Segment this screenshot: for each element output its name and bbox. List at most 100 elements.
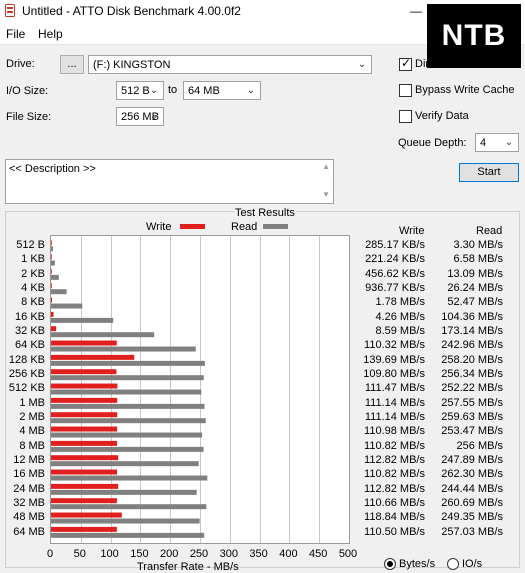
bytes-per-sec-radio[interactable] <box>384 558 396 570</box>
write-value: 112.82 MB/s <box>364 482 425 495</box>
drive-select[interactable]: (F:) KINGSTON ⌄ <box>88 55 372 74</box>
verify-data-checkbox[interactable] <box>399 110 412 123</box>
write-value: 110.82 MB/s <box>364 439 425 452</box>
bypass-write-cache-checkbox[interactable] <box>399 84 412 97</box>
read-value: 260.69 MB/s <box>441 497 503 509</box>
read-bar <box>51 518 200 524</box>
y-tick-label: 32 MB <box>13 497 45 509</box>
y-tick-label: 256 KB <box>8 368 45 380</box>
write-value: 109.80 MB/s <box>363 368 425 380</box>
write-value: 112.82 MB/s <box>364 454 425 466</box>
read-value: 249.35 MB/s <box>441 511 503 524</box>
write-bar <box>51 469 118 475</box>
read-bar <box>51 332 155 338</box>
write-value: 4.26 MB/s <box>375 310 425 323</box>
y-tick-label: 24 MB <box>13 482 45 495</box>
minimize-button[interactable]: — <box>402 0 430 22</box>
write-bar <box>51 240 52 246</box>
chart-svg <box>51 236 320 543</box>
write-value: 221.24 KB/s <box>365 253 425 266</box>
start-button[interactable]: Start <box>459 163 519 182</box>
y-tick-label: 1 KB <box>21 253 45 266</box>
write-bar <box>51 383 118 389</box>
write-bar <box>51 340 117 346</box>
radio-dot-icon <box>387 561 393 567</box>
y-tick-label: 64 MB <box>13 525 45 538</box>
write-value: 936.77 KB/s <box>365 282 425 294</box>
read-value: 257.55 MB/s <box>441 396 503 409</box>
y-tick-label: 8 MB <box>19 439 45 452</box>
read-bar <box>51 475 208 481</box>
app-icon <box>5 4 15 17</box>
x-tick-label: 500 <box>338 548 358 560</box>
read-value: 262.30 MB/s <box>441 468 503 481</box>
scroll-down-icon[interactable]: ▼ <box>322 190 330 199</box>
direct-io-checkbox[interactable]: ✓ <box>399 56 412 71</box>
drive-label: Drive: <box>6 58 35 70</box>
read-bar <box>51 432 203 438</box>
scroll-up-icon[interactable]: ▲ <box>322 162 330 171</box>
chevron-down-icon: ⌄ <box>504 137 514 148</box>
browse-button[interactable]: ... <box>60 55 84 74</box>
y-tick-label: 16 KB <box>15 310 45 323</box>
write-bar <box>51 512 122 518</box>
read-bar <box>51 504 207 510</box>
read-bar <box>51 446 204 452</box>
io-per-sec-radio[interactable] <box>447 558 459 570</box>
y-tick-label: 4 MB <box>19 425 45 438</box>
write-bar <box>51 498 117 504</box>
y-tick-label: 1 MB <box>19 396 45 409</box>
write-bar <box>51 397 118 403</box>
read-bar <box>51 389 202 395</box>
menu-file[interactable]: File <box>6 27 25 41</box>
y-tick-label: 64 KB <box>15 339 45 352</box>
y-tick-label: 2 KB <box>21 267 45 280</box>
file-size-select[interactable]: 256 MB ⌄ <box>116 107 164 126</box>
write-value: 111.14 MB/s <box>364 411 425 423</box>
description-box[interactable]: << Description >> ▲ ▼ <box>5 159 334 204</box>
io-to-select[interactable]: 64 MB ⌄ <box>183 81 261 100</box>
write-bar <box>51 412 118 418</box>
read-bar <box>51 317 114 323</box>
x-tick-label: 150 <box>130 548 149 560</box>
y-tick-label: 48 MB <box>13 511 45 524</box>
read-value: 13.09 MB/s <box>447 267 503 280</box>
y-tick-label: 12 MB <box>13 454 45 466</box>
y-tick-label: 8 KB <box>21 296 45 309</box>
queue-depth-label: Queue Depth: <box>398 137 467 149</box>
write-value: 8.59 MB/s <box>375 325 425 337</box>
write-bar <box>51 354 135 360</box>
bytes-per-sec-label: Bytes/s <box>399 558 436 570</box>
read-bar <box>51 461 199 467</box>
read-bar <box>51 403 205 409</box>
x-tick-label: 50 <box>73 548 86 560</box>
description-text: << Description >> <box>9 163 96 175</box>
read-bar <box>51 375 204 381</box>
write-bar <box>51 440 118 446</box>
write-value: 110.98 MB/s <box>364 425 425 438</box>
io-from-select[interactable]: 512 B ⌄ <box>116 81 164 100</box>
menu-help[interactable]: Help <box>38 27 63 41</box>
read-value: 252.22 MB/s <box>441 382 503 395</box>
read-value: 6.58 MB/s <box>453 253 503 266</box>
y-tick-label: 512 B <box>16 239 45 251</box>
write-value: 110.32 MB/s <box>364 339 425 352</box>
read-bar <box>51 274 59 280</box>
legend-read-swatch <box>263 224 288 229</box>
write-value: 285.17 KB/s <box>365 239 425 251</box>
x-tick-label: 450 <box>309 548 328 560</box>
x-axis-title: Transfer Rate - MB/s <box>137 561 239 573</box>
write-bar <box>51 326 57 332</box>
read-value: 104.36 MB/s <box>441 310 503 323</box>
legend-write-label: Write <box>146 221 172 233</box>
write-value: 1.78 MB/s <box>375 296 425 309</box>
y-tick-label: 512 KB <box>8 382 45 395</box>
read-bar <box>51 246 53 252</box>
read-value: 256.34 MB/s <box>441 368 503 380</box>
x-tick-label: 350 <box>249 548 268 560</box>
queue-depth-select[interactable]: 4 ⌄ <box>475 133 519 152</box>
write-bar <box>51 297 53 303</box>
y-tick-label: 16 MB <box>13 468 45 481</box>
chart-plot-area <box>50 235 350 544</box>
x-tick-label: 400 <box>279 548 298 560</box>
